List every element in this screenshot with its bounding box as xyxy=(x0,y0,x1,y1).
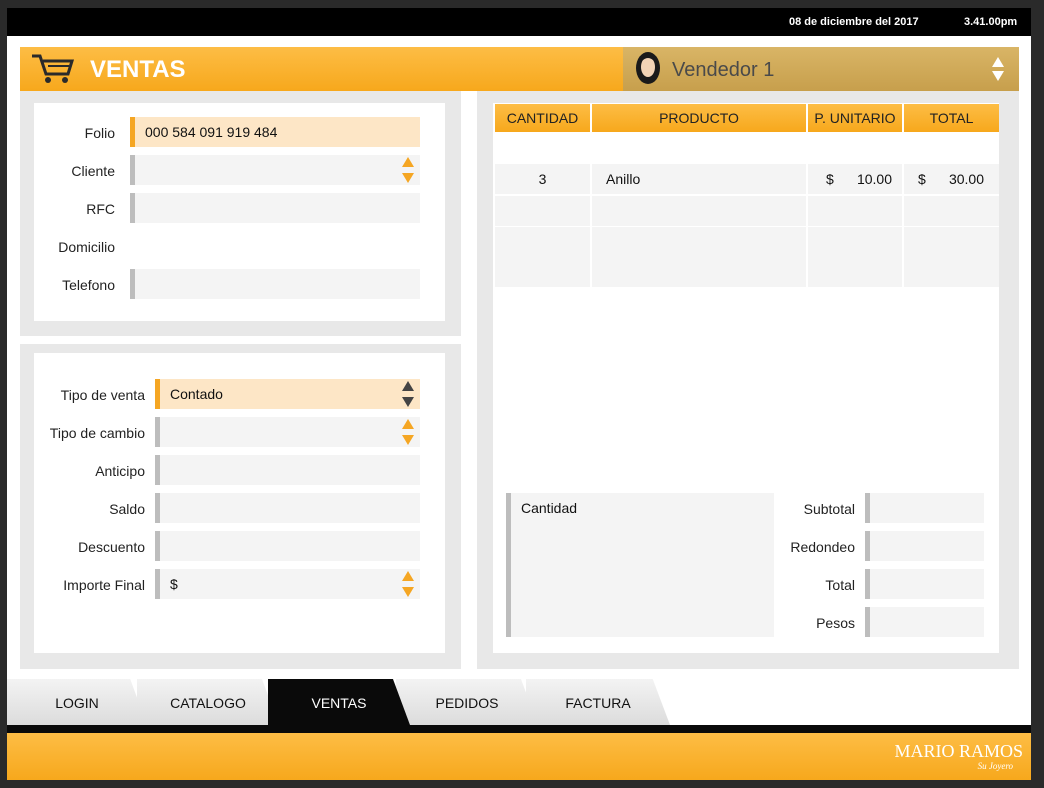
importe-final-label: Importe Final xyxy=(63,577,145,593)
page-title: VENTAS xyxy=(90,56,186,83)
cell-total-currency: $ xyxy=(904,164,934,194)
bottom-tabs: LOGIN CATALOGO PEDIDOS FACTURA VENTAS xyxy=(7,679,1031,725)
cliente-updown-icon[interactable] xyxy=(402,156,414,184)
tab-pedidos[interactable]: PEDIDOS xyxy=(396,679,538,725)
vendor-name: Vendedor 1 xyxy=(672,59,775,81)
empty-cell xyxy=(592,227,806,257)
cell-unit-price: 10.00 xyxy=(838,164,902,194)
tab-underline xyxy=(7,725,1031,733)
cell-cantidad: 3 xyxy=(495,164,590,194)
total-label: Total xyxy=(825,577,855,593)
empty-cell xyxy=(495,257,590,287)
tipo-venta-select[interactable]: Contado xyxy=(155,379,420,409)
rfc-field[interactable] xyxy=(130,193,420,223)
tab-login[interactable]: LOGIN xyxy=(7,679,147,725)
brand-tagline: Su Joyero xyxy=(977,761,1013,771)
cantidad-label: Cantidad xyxy=(521,500,578,516)
telefono-label: Telefono xyxy=(62,277,115,293)
time-text: 3.41.00pm xyxy=(964,16,1018,28)
empty-cell xyxy=(808,196,902,226)
cliente-select[interactable] xyxy=(130,155,420,185)
tab-ventas[interactable]: VENTAS xyxy=(268,679,410,725)
date-text: 08 de diciembre del 2017 xyxy=(789,16,919,28)
tipo-venta-updown-icon[interactable] xyxy=(402,380,414,408)
pesos-label: Pesos xyxy=(816,615,855,631)
col-header-cantidad: CANTIDAD xyxy=(495,104,590,132)
cell-total: 30.00 xyxy=(934,164,999,194)
empty-cell xyxy=(808,257,902,287)
tipo-cambio-updown-icon[interactable] xyxy=(402,418,414,446)
pesos-field[interactable] xyxy=(865,607,984,637)
footer: MARIO RAMOS Su Joyero xyxy=(7,733,1031,780)
empty-cell xyxy=(904,196,999,226)
importe-final-field[interactable]: $ xyxy=(155,569,420,599)
tipo-cambio-select[interactable] xyxy=(155,417,420,447)
col-header-producto: PRODUCTO xyxy=(592,104,806,132)
tipo-venta-label: Tipo de venta xyxy=(60,387,145,403)
tab-factura[interactable]: FACTURA xyxy=(526,679,670,725)
app-window: 08 de diciembre del 2017 3.41.00pm VENTA… xyxy=(7,8,1031,780)
saldo-field[interactable] xyxy=(155,493,420,523)
domicilio-label: Domicilio xyxy=(58,239,115,255)
avatar xyxy=(636,52,660,84)
anticipo-field[interactable] xyxy=(155,455,420,485)
telefono-field[interactable] xyxy=(130,269,420,299)
importe-updown-icon[interactable] xyxy=(402,570,414,598)
saldo-label: Saldo xyxy=(109,501,145,517)
empty-cell xyxy=(592,196,806,226)
empty-cell xyxy=(495,196,590,226)
brand-logo: MARIO RAMOS Su Joyero xyxy=(894,741,1023,771)
empty-cell xyxy=(904,227,999,257)
empty-cell xyxy=(592,257,806,287)
col-header-total: TOTAL xyxy=(904,104,999,132)
folio-field[interactable]: 000 584 091 919 484 xyxy=(130,117,420,147)
cantidad-box[interactable]: Cantidad xyxy=(506,493,774,637)
folio-label: Folio xyxy=(84,125,115,141)
anticipo-label: Anticipo xyxy=(95,463,145,479)
updown-arrows-icon[interactable] xyxy=(991,56,1005,82)
tab-catalogo[interactable]: CATALOGO xyxy=(137,679,279,725)
redondeo-label: Redondeo xyxy=(790,539,855,555)
subtotal-field[interactable] xyxy=(865,493,984,523)
subtotal-label: Subtotal xyxy=(803,501,855,517)
cliente-label: Cliente xyxy=(71,163,115,179)
cell-producto: Anillo xyxy=(592,164,806,194)
total-field[interactable] xyxy=(865,569,984,599)
empty-cell xyxy=(808,227,902,257)
cart-icon xyxy=(32,54,75,83)
vendor-select[interactable]: Vendedor 1 xyxy=(623,47,1019,91)
empty-cell xyxy=(495,227,590,257)
cell-unit-currency: $ xyxy=(808,164,838,194)
redondeo-field[interactable] xyxy=(865,531,984,561)
tipo-cambio-label: Tipo de cambio xyxy=(49,425,145,441)
empty-cell xyxy=(904,257,999,287)
descuento-label: Descuento xyxy=(78,539,145,555)
brand-name: MARIO RAMOS xyxy=(894,741,1023,761)
rfc-label: RFC xyxy=(86,201,115,217)
col-header-p-unitario: P. UNITARIO xyxy=(808,104,902,132)
status-bar: 08 de diciembre del 2017 3.41.00pm xyxy=(7,8,1031,36)
descuento-field[interactable] xyxy=(155,531,420,561)
